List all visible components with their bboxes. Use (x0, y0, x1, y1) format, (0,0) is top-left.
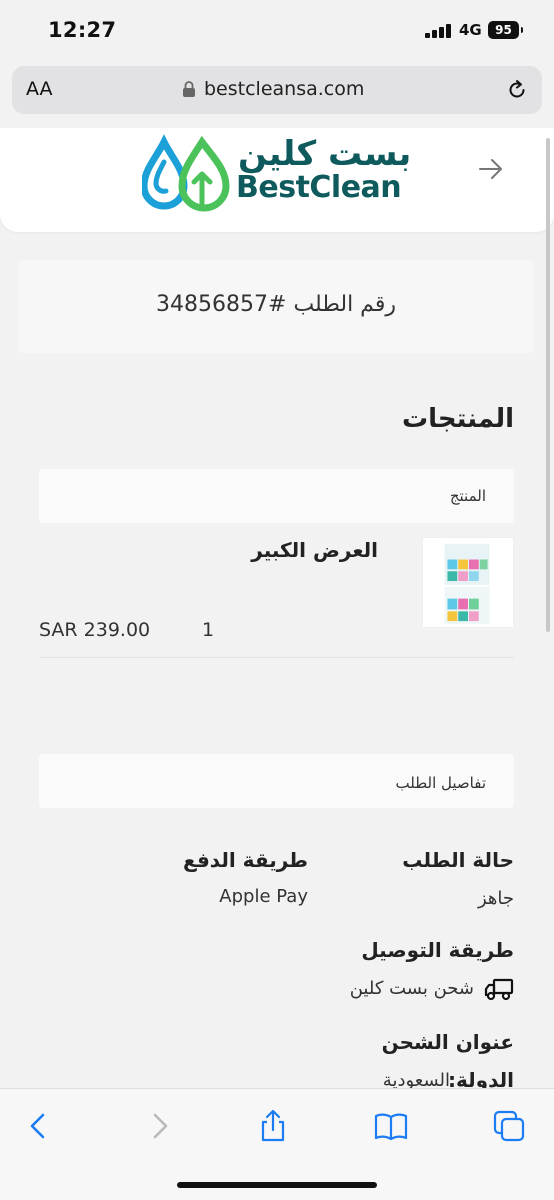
products-title: المنتجات (402, 404, 514, 434)
product-price: SAR 239.00 (39, 619, 151, 641)
truck-icon (484, 978, 514, 1001)
address-bar[interactable]: AA bestcleansa.com (12, 66, 542, 114)
text-size-button[interactable]: AA (26, 78, 53, 100)
clock: 12:27 (48, 18, 117, 42)
product-name[interactable]: العرض الكبير (251, 538, 378, 562)
order-details-header: تفاصيل الطلب (39, 754, 514, 808)
status-bar: 12:27 4G 95 (0, 0, 554, 60)
order-status-value: جاهز (477, 888, 514, 909)
order-number: رقم الطلب #34856857 (156, 292, 396, 317)
order-status-label: حالة الطلب (402, 848, 514, 872)
shipping-method-value: شحن بست كلين (349, 978, 474, 999)
bookmarks-icon[interactable] (374, 1109, 408, 1143)
tabs-icon[interactable] (492, 1109, 526, 1143)
text-size-label: AA (26, 78, 53, 100)
country-value: السعودية (382, 1070, 450, 1088)
shipping-address-label: عنوان الشحن (381, 1030, 514, 1054)
logo-text-arabic[interactable]: بست كلين (238, 134, 411, 174)
products-table-header: المنتج (39, 469, 514, 523)
url-field[interactable]: bestcleansa.com (182, 78, 364, 100)
web-page: بست كلين BestClean رقم الطلب #34856857 ا… (0, 128, 554, 1088)
order-details-header-label: تفاصيل الطلب (395, 774, 486, 792)
product-quantity: 1 (202, 619, 215, 641)
shipping-method-label: طريقة التوصيل (361, 938, 514, 962)
scrollbar[interactable] (546, 138, 550, 632)
lock-icon (183, 80, 195, 97)
forward-icon[interactable] (142, 1109, 176, 1143)
network-type: 4G (459, 21, 482, 39)
url-text: bestcleansa.com (204, 78, 365, 100)
share-icon[interactable] (256, 1109, 290, 1143)
battery-level: 95 (495, 23, 512, 37)
signal-icon (425, 24, 453, 38)
product-image[interactable] (422, 537, 514, 628)
back-icon[interactable] (22, 1109, 56, 1143)
payment-method-value: Apple Pay (219, 886, 308, 907)
logo-text-english[interactable]: BestClean (236, 170, 402, 205)
logo-icon[interactable] (142, 134, 234, 212)
site-header: بست كلين BestClean (0, 128, 554, 232)
battery-icon: 95 (488, 21, 523, 39)
home-indicator[interactable] (177, 1182, 377, 1188)
order-number-box: رقم الطلب #34856857 (19, 260, 533, 353)
country-label: الدولة: (448, 1068, 514, 1088)
divider (39, 657, 514, 658)
product-column-header: المنتج (449, 487, 486, 505)
payment-method-label: طريقة الدفع (183, 848, 308, 872)
reload-icon[interactable] (506, 78, 528, 102)
arrow-right-icon[interactable] (476, 154, 506, 184)
